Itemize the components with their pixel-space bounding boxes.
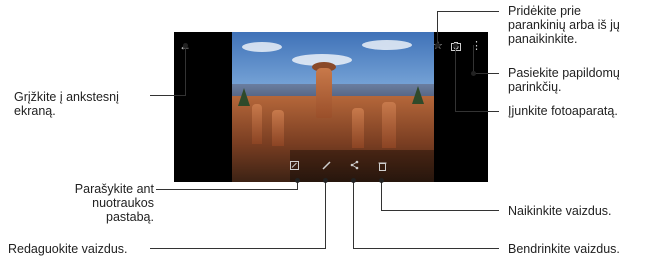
note-glyph xyxy=(290,161,299,170)
connector-dot-note xyxy=(295,178,300,183)
callout-camera: Įjunkite fotoaparatą. xyxy=(508,104,618,118)
photo-hoodoo xyxy=(316,68,332,118)
connector-edit xyxy=(150,248,326,249)
connector-camera xyxy=(455,45,456,112)
connector-share xyxy=(353,248,499,249)
callout-delete: Naikinkite vaizdus. xyxy=(508,204,612,218)
photo-spire xyxy=(272,110,284,146)
phone-screen: ← ☆ ⋮ xyxy=(174,32,488,182)
callout-favorite: Pridėkite prie parankinių arba iš jų pan… xyxy=(508,4,620,46)
share-icon[interactable] xyxy=(350,160,359,173)
callout-share: Bendrinkite vaizdus. xyxy=(508,242,620,256)
photo-spire xyxy=(382,102,396,148)
connector-favorite xyxy=(437,11,438,45)
photo-cloud xyxy=(242,42,282,52)
connector-dot-favorite xyxy=(435,43,440,48)
photo-spire xyxy=(352,108,364,148)
callout-note: Parašykite ant nuotraukos pastabą. xyxy=(74,182,154,224)
trash-glyph xyxy=(378,162,387,171)
connector-delete xyxy=(381,210,499,211)
connector-dot-share xyxy=(351,178,356,183)
bottom-toolbar xyxy=(290,150,434,182)
connector-dot-camera xyxy=(453,43,458,48)
share-glyph xyxy=(350,160,359,170)
connector-delete xyxy=(381,180,382,211)
trash-icon[interactable] xyxy=(378,161,387,174)
photo-spire xyxy=(252,104,262,144)
photo-cloud xyxy=(362,40,412,50)
connector-dot-back xyxy=(183,43,188,48)
note-icon[interactable] xyxy=(290,161,299,173)
connector-dot-edit xyxy=(323,178,328,183)
connector-favorite xyxy=(437,11,499,12)
connector-edit xyxy=(325,180,326,249)
connector-camera xyxy=(455,111,499,112)
pencil-icon[interactable] xyxy=(322,161,331,173)
connector-more xyxy=(473,45,474,74)
callout-edit: Redaguokite vaizdus. xyxy=(8,242,128,256)
photo-tree xyxy=(412,86,424,104)
connector-dot-delete xyxy=(379,178,384,183)
pencil-glyph xyxy=(322,161,331,170)
connector-back xyxy=(185,45,186,95)
callout-more: Pasiekite papildomų parinkčių. xyxy=(508,66,620,94)
connector-more xyxy=(473,73,499,74)
photo-canyon xyxy=(232,32,434,182)
connector-note xyxy=(156,189,298,190)
photo-tree xyxy=(238,88,250,106)
connector-back xyxy=(150,95,186,96)
connector-dot-more xyxy=(471,71,476,76)
callout-back: Grįžkite į ankstesnį ekraną. xyxy=(14,90,119,118)
connector-share xyxy=(353,180,354,249)
